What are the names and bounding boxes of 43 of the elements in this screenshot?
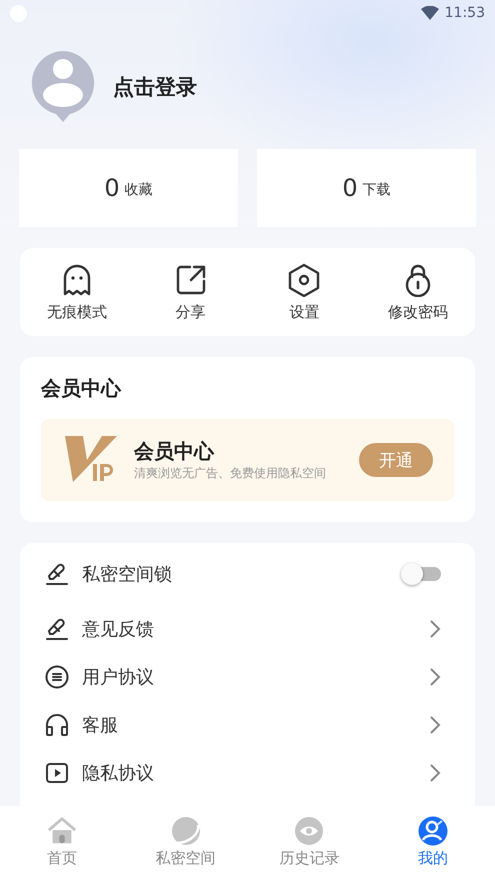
nav-tab[interactable]: 私密空间: [124, 816, 248, 868]
stat-count: 0: [104, 174, 120, 202]
shortcut-button[interactable]: 修改密码: [361, 262, 475, 322]
banner-title: 会员中心: [134, 438, 216, 465]
stat-card[interactable]: 0 收藏: [19, 149, 238, 227]
login-link[interactable]: 点击登录: [113, 72, 197, 100]
document-icon: [45, 665, 69, 689]
stat-count: 0: [342, 174, 358, 202]
settings-item[interactable]: 意见反馈: [82, 617, 429, 641]
stat-card[interactable]: 0 下载: [257, 149, 476, 227]
chevron-right-icon: [429, 763, 441, 783]
clock-time: 11:53: [444, 5, 485, 21]
nav-tab[interactable]: 首页: [0, 816, 124, 868]
toggle-switch[interactable]: [401, 563, 441, 585]
wifi-icon: [420, 6, 439, 20]
pen-icon: [45, 617, 69, 641]
stat-label: 下载: [362, 180, 391, 198]
shortcut-button[interactable]: 无痕模式: [20, 262, 134, 322]
settings-item[interactable]: 用户协议: [82, 665, 429, 689]
eye-icon: [294, 816, 324, 846]
settings-item[interactable]: 客服: [82, 713, 429, 737]
nav-tab[interactable]: 我的: [371, 816, 495, 868]
chevron-right-icon: [429, 619, 441, 639]
headset-icon: [45, 713, 69, 737]
settings-icon: [287, 262, 322, 296]
shortcut-button[interactable]: 分享: [134, 262, 248, 322]
banner-subtitle: 清爽浏览无广告、免费使用隐私空间: [134, 465, 327, 482]
pen-icon: [45, 562, 69, 586]
vip-banner[interactable]: 会员中心 清爽浏览无广告、免费使用隐私空间 开通: [41, 419, 454, 501]
home-icon: [46, 816, 77, 846]
play-icon: [45, 761, 69, 785]
chevron-right-icon: [429, 715, 441, 735]
stat-label: 收藏: [124, 180, 153, 198]
avatar-icon[interactable]: [30, 50, 96, 122]
planet-icon: [170, 816, 201, 846]
chevron-right-icon: [429, 667, 441, 687]
vip-logo: [65, 436, 117, 484]
nav-tab[interactable]: 历史记录: [248, 816, 372, 868]
user-icon: [418, 816, 448, 846]
section-title: 会员中心: [41, 375, 122, 402]
shortcut-button[interactable]: 设置: [248, 262, 362, 322]
settings-item[interactable]: 隐私协议: [82, 761, 429, 785]
settings-item[interactable]: 私密空间锁: [82, 562, 401, 586]
